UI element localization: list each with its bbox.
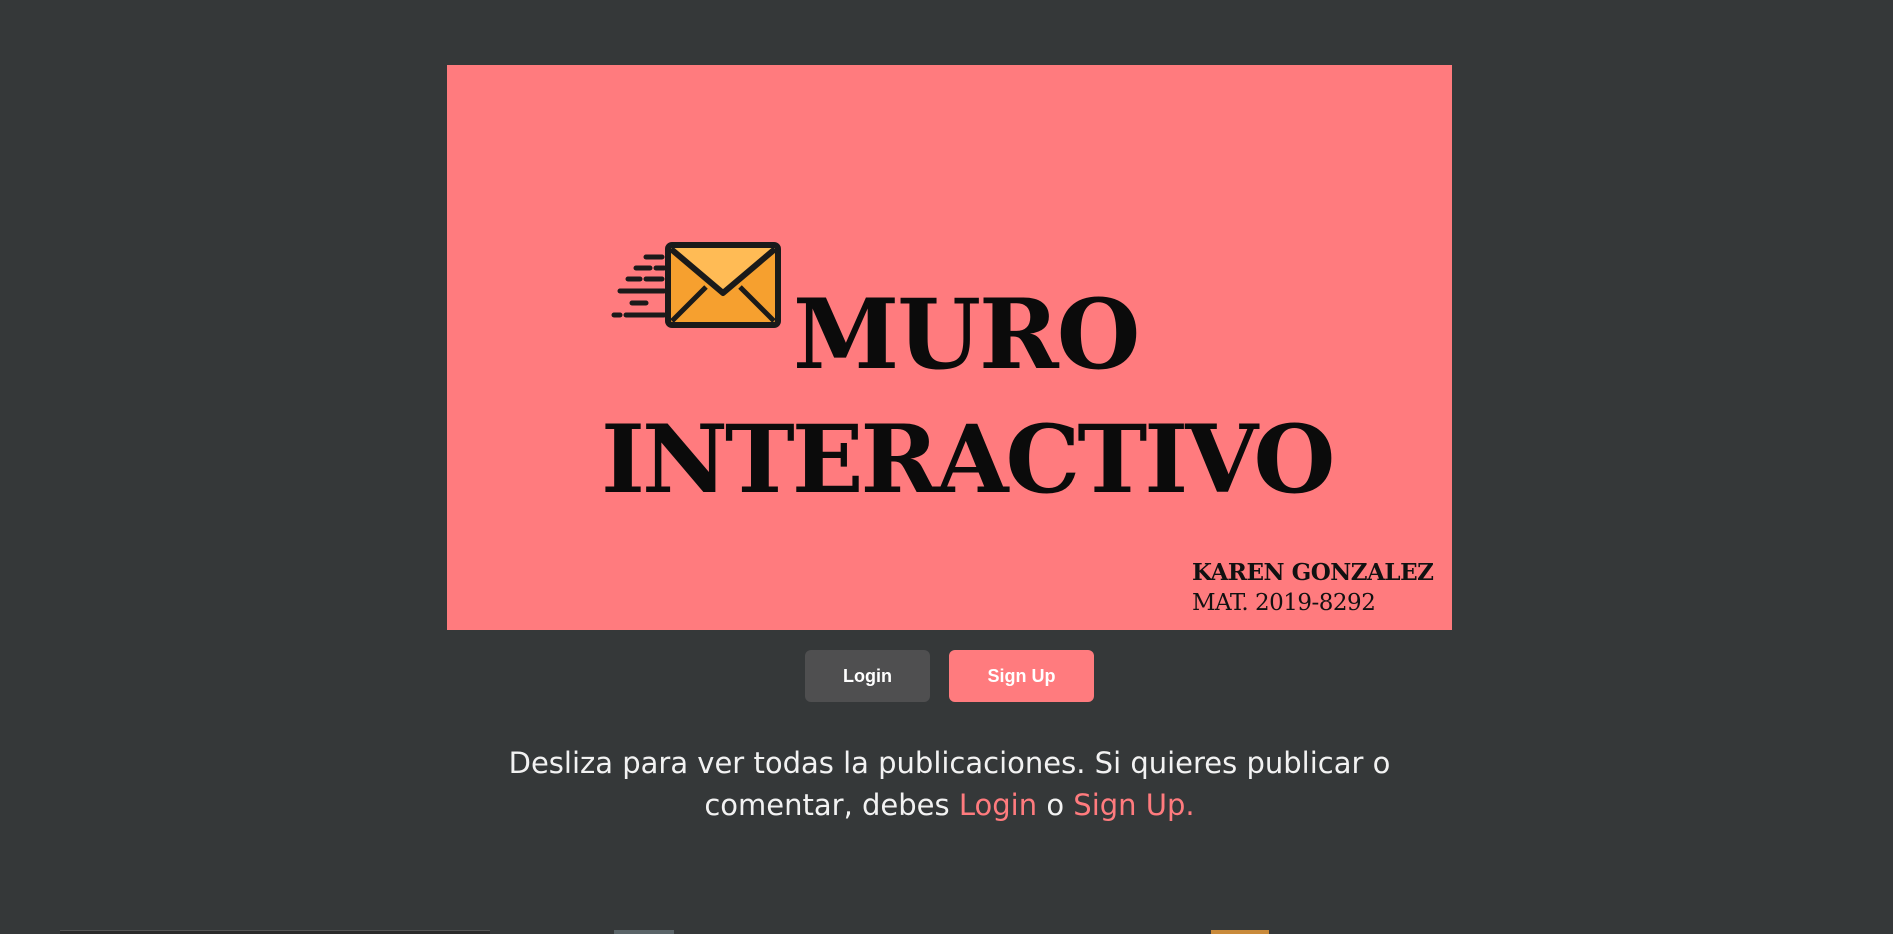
signup-button[interactable]: Sign Up	[949, 650, 1094, 702]
author-name: KAREN GONZALEZ	[1192, 559, 1434, 586]
banner-title-interactivo: INTERACTIVO	[601, 405, 1335, 515]
info-message-text: Desliza para ver todas la publicaciones.…	[508, 746, 1391, 822]
signup-link[interactable]: Sign Up.	[1073, 788, 1194, 822]
post-card-edge	[1211, 930, 1269, 934]
banner-author: KAREN GONZALEZ MAT. 2019-8292	[1192, 557, 1434, 619]
envelope-icon	[611, 242, 781, 328]
post-card-edge	[60, 930, 490, 934]
login-button[interactable]: Login	[805, 650, 930, 702]
banner-image: MURO INTERACTIVO KAREN GONZALEZ MAT. 201…	[447, 65, 1452, 630]
post-card-edge	[614, 930, 674, 934]
banner-title-muro: MURO	[793, 278, 1140, 391]
login-link[interactable]: Login	[959, 788, 1037, 822]
info-message: Desliza para ver todas la publicaciones.…	[447, 742, 1452, 826]
author-id: MAT. 2019-8292	[1192, 590, 1376, 616]
page: MURO INTERACTIVO KAREN GONZALEZ MAT. 201…	[0, 0, 1893, 934]
info-message-connector: o	[1037, 788, 1074, 822]
